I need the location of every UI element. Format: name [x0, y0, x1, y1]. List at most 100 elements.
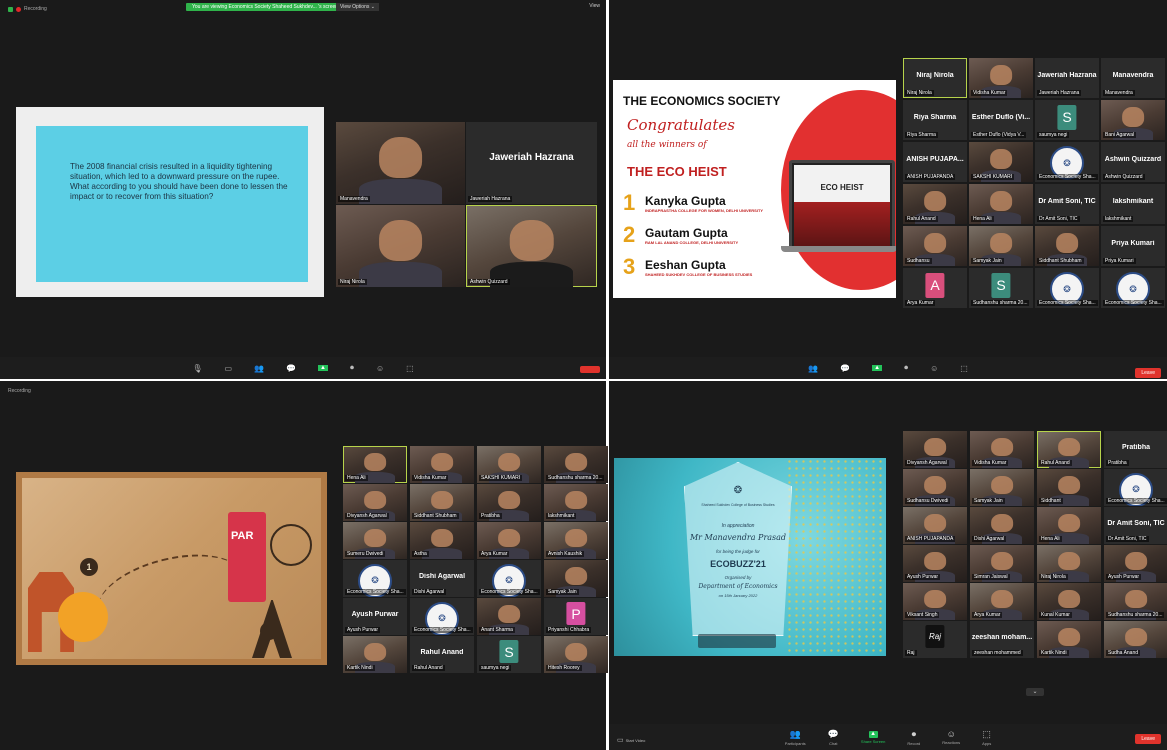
video-tile[interactable]: Samyak Jain: [970, 469, 1034, 506]
video-tile[interactable]: Vidisha Kumar: [969, 58, 1033, 98]
video-tile[interactable]: Niraj Nirola: [1037, 545, 1101, 582]
video-tile[interactable]: Sudhanshu sharma 20...: [544, 446, 608, 483]
video-tile[interactable]: Riya Sharma Riya Sharma: [903, 100, 967, 140]
reactions-icon[interactable]: ☺: [376, 364, 384, 373]
video-tile[interactable]: Jaweriah Hazrana Jaweriah Hazrana: [466, 122, 597, 204]
video-tile[interactable]: Kartik Nindi: [343, 636, 407, 673]
video-tile[interactable]: Ssaumya negi: [1035, 100, 1099, 140]
video-tile[interactable]: ❂ Economics Society Sha...: [477, 560, 541, 597]
video-tile[interactable]: ❂ Economics Society Sha...: [1101, 268, 1165, 308]
video-tile[interactable]: ❂ Economics Society Sha...: [410, 598, 474, 635]
video-tile[interactable]: ❂ Economics Society Sha...: [1104, 469, 1167, 506]
video-tile[interactable]: Simran Jaiswal: [970, 545, 1034, 582]
video-icon[interactable]: ▭: [224, 364, 232, 373]
start-video-control[interactable]: ▭ Start Video: [617, 736, 645, 744]
participants-icon[interactable]: 👥: [254, 364, 264, 373]
mic-icon[interactable]: 🎙: [192, 364, 202, 373]
video-tile[interactable]: Ssaumya negi: [477, 636, 541, 673]
video-tile[interactable]: Jaweriah Hazrana Jaweriah Hazrana: [1035, 58, 1099, 98]
video-tile[interactable]: Niraj Nirola: [336, 205, 465, 287]
video-tile[interactable]: Rahul Anand: [903, 184, 967, 224]
share-screen-icon[interactable]: ▲: [317, 365, 328, 371]
video-tile[interactable]: Anant Sharma: [477, 598, 541, 635]
video-tile[interactable]: Ayush Purwar Ayush Purwar: [343, 598, 407, 635]
video-tile-active-speaker[interactable]: Ashwin Quizzard: [466, 205, 597, 287]
video-tile[interactable]: ❂ Economics Society Sha...: [1035, 142, 1099, 182]
video-tile[interactable]: Sudhansu: [903, 226, 967, 266]
view-options-button[interactable]: View Options ⌄: [336, 3, 379, 11]
toolbar-apps[interactable]: ⬚ Apps: [982, 729, 991, 746]
video-tile[interactable]: Manavendra: [336, 122, 465, 204]
toolbar-participants[interactable]: 👥 Participants: [785, 729, 806, 746]
video-tile[interactable]: Dishi Agarwal Dishi Agarwal: [410, 560, 474, 597]
video-tile[interactable]: Dr Amit Soni, TIC Dr Amit Soni, TIC: [1035, 184, 1099, 224]
reactions-icon[interactable]: ☺: [930, 364, 938, 373]
apps-icon[interactable]: ⬚: [960, 364, 968, 373]
video-tile[interactable]: ❂ Economics Society Sha...: [343, 560, 407, 597]
chat-icon[interactable]: 💬: [286, 364, 296, 373]
view-button[interactable]: View: [589, 3, 600, 9]
toolbar-chat[interactable]: 💬 Chat: [828, 729, 839, 746]
video-tile[interactable]: Kunal Kumar: [1037, 583, 1101, 620]
video-tile[interactable]: ANISH PUJAPA... ANISH PUJAPANDA: [903, 142, 967, 182]
video-tile[interactable]: Hena Ali: [969, 184, 1033, 224]
leave-button[interactable]: Leave: [1135, 734, 1161, 744]
video-tile[interactable]: Hena Ali: [1037, 507, 1101, 544]
video-tile[interactable]: Pratibha Pratibha: [1104, 431, 1167, 468]
video-tile[interactable]: lakshmikant: [544, 484, 608, 521]
video-tile[interactable]: Niraj Nirola Niraj Nirola: [903, 58, 967, 98]
video-tile[interactable]: Sudha Anand: [1104, 621, 1167, 658]
video-tile[interactable]: Pratibha: [477, 484, 541, 521]
video-tile[interactable]: Arya Kumar: [970, 583, 1034, 620]
record-icon[interactable]: ⏺: [904, 363, 908, 373]
toolbar-reactions[interactable]: ☺ Reactions: [942, 729, 960, 745]
video-tile[interactable]: A Arya Kumar: [903, 268, 967, 308]
chevron-down-icon[interactable]: ⌄: [1026, 688, 1044, 696]
video-tile[interactable]: Dr Amit Soni, TIC Dr Amit Soni, TIC: [1104, 507, 1167, 544]
apps-icon[interactable]: ⬚: [406, 364, 414, 373]
video-tile[interactable]: P Priyanshi Chhabra: [544, 598, 608, 635]
video-tile[interactable]: Hena Ali: [343, 446, 407, 483]
video-tile[interactable]: ANISH PUJAPANDA: [903, 507, 967, 544]
video-tile[interactable]: Rahul Anand: [1037, 431, 1101, 468]
video-tile[interactable]: Sudhansu Dwivedi: [903, 469, 967, 506]
toolbar-share-screen[interactable]: ▲ Share Screen: [861, 730, 885, 744]
video-tile[interactable]: Divyansh Agarwal: [903, 431, 967, 468]
video-tile[interactable]: Astha: [410, 522, 474, 559]
video-tile[interactable]: Divyansh Agarwal: [343, 484, 407, 521]
video-tile[interactable]: S Sudhanshu sharma 20...: [969, 268, 1033, 308]
video-tile[interactable]: Avnish Kaushik: [544, 522, 608, 559]
leave-button[interactable]: [580, 366, 600, 373]
video-tile[interactable]: lakshmikant lakshmikant: [1101, 184, 1165, 224]
video-tile[interactable]: Manavendra Manavendra: [1101, 58, 1165, 98]
video-tile[interactable]: Siddhant Shubham: [410, 484, 474, 521]
video-tile[interactable]: SAKSHI KUMARI: [969, 142, 1033, 182]
video-tile[interactable]: ❂ Economics Society Sha...: [1035, 268, 1099, 308]
video-tile[interactable]: Samyak Jain: [544, 560, 608, 597]
video-tile[interactable]: Arya Kumar: [477, 522, 541, 559]
video-tile[interactable]: Ayush Purwar: [1104, 545, 1167, 582]
video-tile[interactable]: Samyak Jain: [969, 226, 1033, 266]
video-tile[interactable]: Sudhanshu sharma 20...: [1104, 583, 1167, 620]
video-tile[interactable]: SAKSHI KUMARI: [477, 446, 541, 483]
video-tile[interactable]: Viksant Singh: [903, 583, 967, 620]
video-tile[interactable]: Raj Raj: [903, 621, 967, 658]
video-tile[interactable]: Kartik Nindi: [1037, 621, 1101, 658]
video-tile[interactable]: Ayush Purwar: [903, 545, 967, 582]
video-tile[interactable]: Rahul Anand Rahul Anand: [410, 636, 474, 673]
video-tile[interactable]: Vidisha Kumar: [970, 431, 1034, 468]
leave-button[interactable]: Leave: [1135, 368, 1161, 378]
toolbar-record[interactable]: ⏺ Record: [907, 729, 920, 746]
video-tile[interactable]: zeeshan moham... zeeshan mohammed: [970, 621, 1034, 658]
share-screen-icon[interactable]: ▲: [872, 365, 883, 371]
video-tile[interactable]: Ashwin Quizzard Ashwin Quizzard: [1101, 142, 1165, 182]
video-tile[interactable]: Hitesh Roorey: [544, 636, 608, 673]
video-tile[interactable]: Siddhant: [1037, 469, 1101, 506]
video-tile[interactable]: Dishi Agarwal: [970, 507, 1034, 544]
video-tile[interactable]: Siddhant Shubham: [1035, 226, 1099, 266]
chat-icon[interactable]: 💬: [840, 364, 850, 373]
video-tile[interactable]: Bani Agarwal: [1101, 100, 1165, 140]
participants-icon[interactable]: 👥: [808, 364, 818, 373]
record-icon[interactable]: ⏺: [350, 363, 354, 373]
video-tile[interactable]: Esther Duflo (Vi... Esther Duflo (Vidya V…: [969, 100, 1033, 140]
